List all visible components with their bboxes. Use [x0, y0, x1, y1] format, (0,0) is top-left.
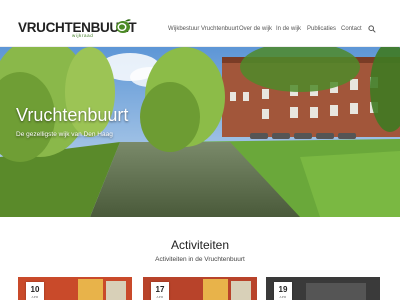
date-day: 17 — [155, 285, 165, 294]
nav-item-in-de-wijk[interactable]: In de wijk — [276, 26, 301, 32]
logo-subtitle: wijkraad — [72, 33, 94, 38]
date-badge: 17 APR — [151, 282, 169, 300]
activities-subtitle: Activiteiten in de Vruchtenbuurt — [155, 256, 245, 263]
hero-banner: Vruchtenbuurt De gezelligste wijk van De… — [0, 47, 400, 217]
nav-item-publicaties[interactable]: Publicaties — [307, 26, 336, 32]
nav-item-over-de-wijk[interactable]: Over de wijk — [239, 26, 272, 32]
hero-title: Vruchtenbuurt — [16, 105, 129, 125]
fruit-icon — [116, 19, 131, 33]
date-day: 10 — [30, 285, 40, 294]
date-badge: 10 APR — [26, 282, 44, 300]
nav-item-contact[interactable]: Contact — [341, 26, 362, 32]
date-month: APR — [156, 295, 164, 299]
hero-subtitle: De gezelligste wijk van Den Haag — [16, 131, 113, 138]
date-month: APR — [31, 295, 39, 299]
activities-title: Activiteiten — [170, 238, 230, 252]
activity-card[interactable]: 17 APR — [143, 277, 257, 300]
date-month: APR — [279, 295, 287, 299]
activity-card[interactable]: 10 APR — [18, 277, 132, 300]
activity-card[interactable]: 19 APR — [266, 277, 380, 300]
nav-item-wijkbestuur[interactable]: Wijkbestuur Vruchtenbuurt — [168, 26, 238, 32]
date-badge: 19 APR — [274, 282, 292, 300]
date-day: 19 — [278, 285, 288, 294]
site-header: VRUCHTENBUURT wijkraad Wijkbestuur Vruch… — [0, 0, 400, 47]
search-icon[interactable] — [368, 25, 376, 33]
